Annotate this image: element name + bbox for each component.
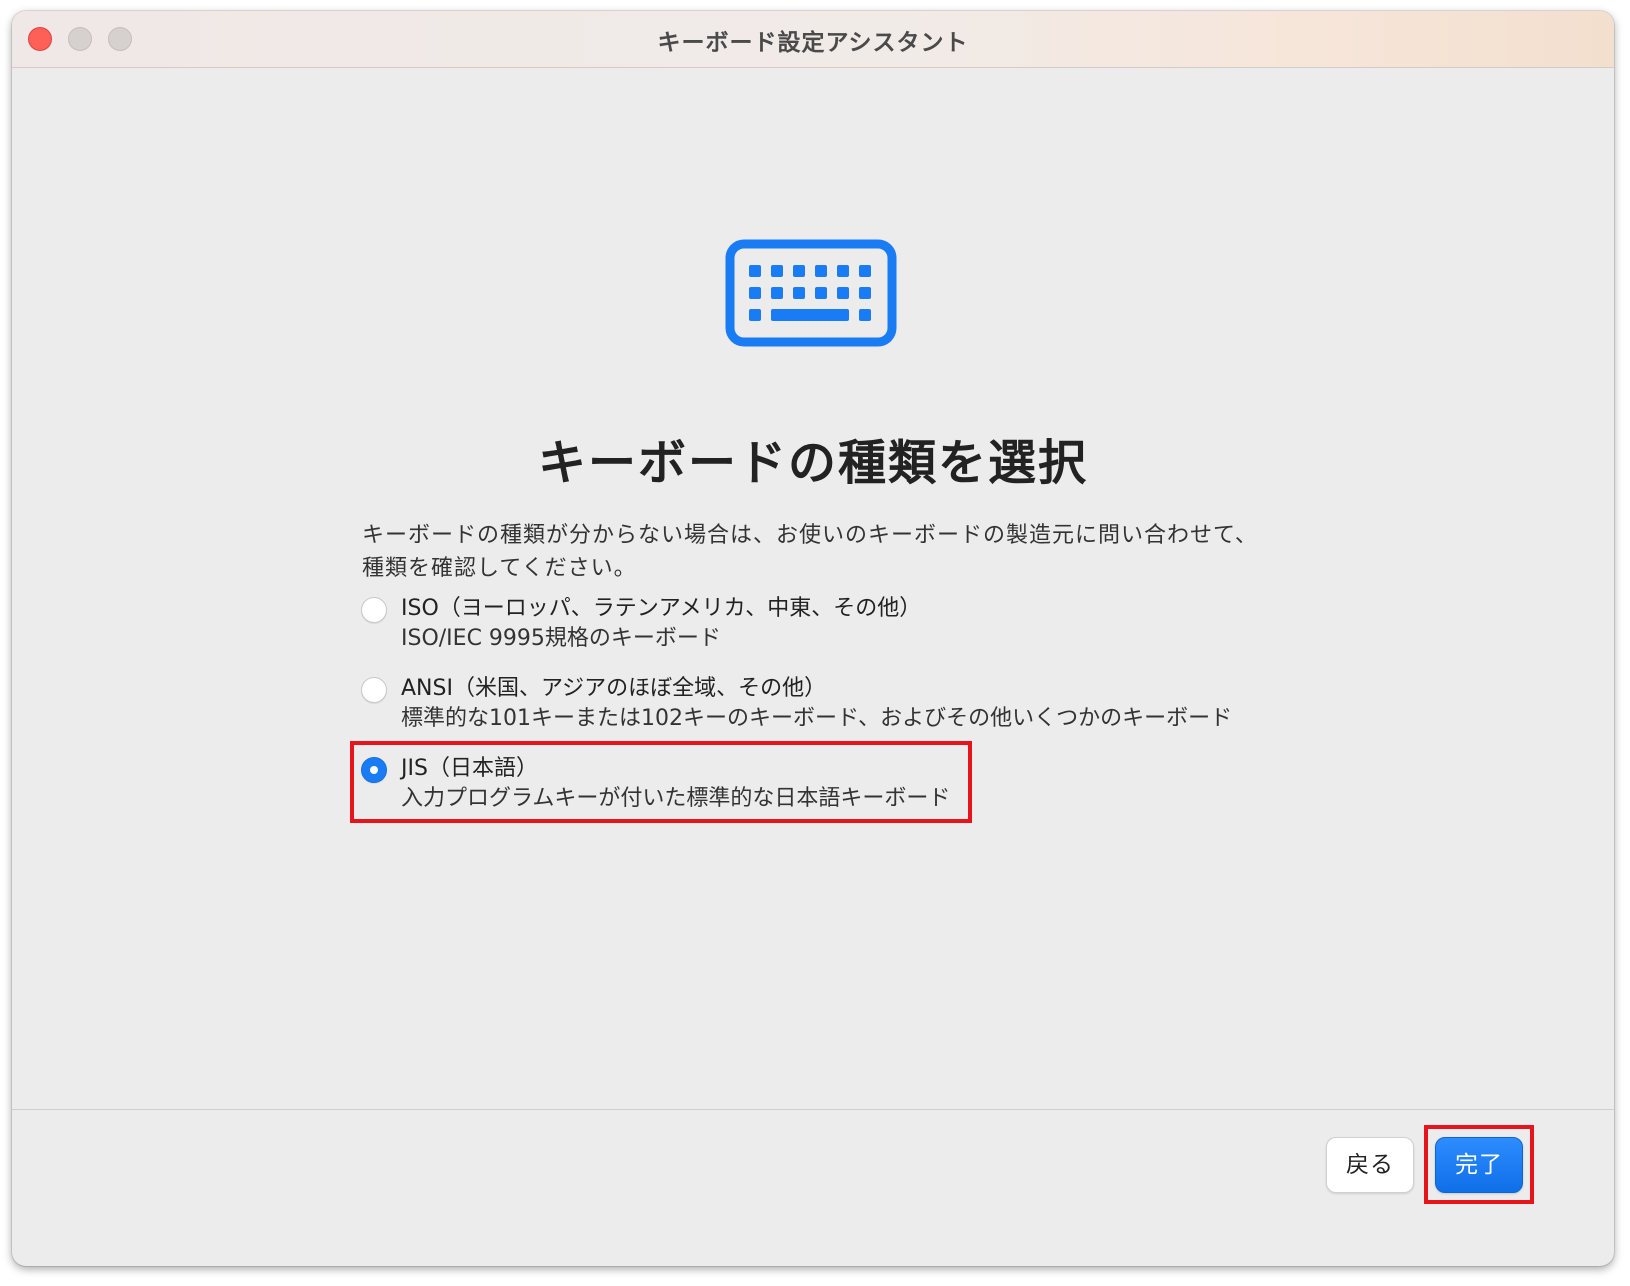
page-title: キーボードの種類を選択 [537, 435, 1088, 491]
footer-divider [12, 1109, 1614, 1110]
back-button[interactable]: 戻る [1326, 1137, 1414, 1193]
assistant-window: キーボード設定アシスタント キーボードの種類を選択 キーボードの種類が分からない… [12, 11, 1614, 1266]
jis-highlight-box [350, 741, 972, 823]
option-title: ANSI（米国、アジアのほぼ全域、その他） [401, 676, 827, 701]
page-description: キーボードの種類が分からない場合は、お使いのキーボードの製造元に問い合わせて、種… [362, 523, 1258, 581]
radio-ansi[interactable] [361, 677, 387, 703]
title-bar: キーボード設定アシスタント [12, 11, 1614, 68]
done-highlight-box [1424, 1125, 1534, 1204]
window-title: キーボード設定アシスタント [657, 30, 969, 56]
option-description: ISO/IEC 9995規格のキーボード [401, 626, 721, 651]
option-description: 標準的な101キーまたは102キーのキーボード、およびその他いくつかのキーボード [401, 706, 1233, 731]
keyboard-icon [725, 239, 897, 347]
radio-iso[interactable] [361, 597, 387, 623]
option-title: ISO（ヨーロッパ、ラテンアメリカ、中東、その他） [401, 596, 922, 621]
